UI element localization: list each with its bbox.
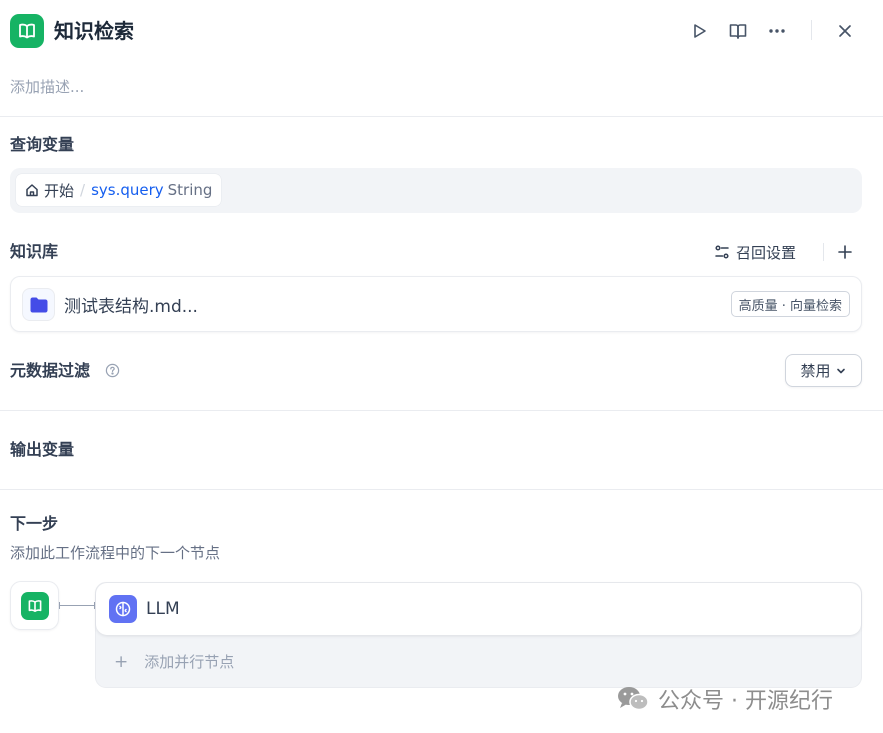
- book-open-icon: [20, 591, 49, 620]
- knowledge-item[interactable]: 测试表结构.md... 高质量 · 向量检索: [10, 276, 862, 332]
- help-circle-icon[interactable]: [105, 363, 120, 378]
- query-variable-selector[interactable]: 开始 / sys.query String: [10, 168, 862, 213]
- node-connector: [59, 602, 95, 609]
- run-button[interactable]: [686, 18, 712, 44]
- watermark: 公众号 · 开源纪行: [616, 683, 833, 715]
- divider: [0, 410, 883, 411]
- divider: [0, 489, 883, 490]
- query-section-title: 查询变量: [10, 135, 75, 154]
- metadata-filter-select[interactable]: 禁用: [785, 354, 862, 387]
- metadata-section-title: 元数据过滤: [10, 361, 91, 380]
- select-value: 禁用: [800, 362, 831, 380]
- llm-label: LLM: [146, 599, 180, 619]
- chevron-down-icon: [836, 368, 845, 373]
- next-node-llm[interactable]: LLM: [96, 583, 861, 635]
- start-node-label: 开始: [44, 181, 75, 200]
- output-section-title[interactable]: 输出变量: [10, 439, 74, 461]
- add-parallel-label: 添加并行节点: [144, 653, 235, 671]
- help-doc-button[interactable]: [725, 18, 751, 44]
- book-open-icon: [10, 14, 44, 48]
- knowledge-separator: [823, 243, 824, 261]
- variable-chip[interactable]: 开始 / sys.query String: [16, 174, 222, 206]
- wechat-icon: [618, 687, 649, 711]
- current-node: [10, 581, 59, 630]
- node-title[interactable]: 知识检索: [54, 17, 134, 45]
- header-separator: [811, 20, 812, 40]
- variable-type: String: [167, 181, 213, 199]
- llm-brain-icon: [109, 595, 137, 623]
- close-icon: [839, 25, 851, 37]
- knowledge-section-title: 知识库: [10, 242, 59, 261]
- folder-icon: [22, 288, 55, 321]
- recall-settings-button[interactable]: 召回设置: [714, 240, 796, 264]
- retrieval-mode-badge: 高质量 · 向量检索: [730, 291, 850, 317]
- path-separator: /: [80, 181, 86, 199]
- description-input[interactable]: 添加描述...: [10, 76, 84, 97]
- home-icon: [26, 184, 38, 197]
- next-step-title: 下一步: [10, 514, 59, 533]
- plus-icon: +: [114, 651, 129, 672]
- variable-name: sys.query: [91, 181, 164, 199]
- next-node-list: LLM + 添加并行节点: [95, 582, 862, 688]
- settings-sliders-icon: [715, 245, 729, 259]
- more-button[interactable]: [764, 18, 790, 44]
- knowledge-name: 测试表结构.md...: [64, 297, 198, 317]
- recall-settings-label: 召回设置: [736, 243, 797, 262]
- book-icon: [729, 24, 747, 39]
- add-parallel-node-button[interactable]: + 添加并行节点: [114, 651, 234, 672]
- next-step-description: 添加此工作流程中的下一个节点: [10, 544, 221, 562]
- watermark-text: 公众号 · 开源纪行: [658, 689, 833, 714]
- divider: [0, 116, 883, 117]
- more-icon: [769, 29, 785, 33]
- play-icon: [694, 24, 706, 38]
- add-knowledge-button[interactable]: [833, 240, 857, 264]
- panel-header: 知识检索: [0, 0, 883, 64]
- plus-icon: [838, 245, 852, 259]
- close-button[interactable]: [832, 18, 858, 44]
